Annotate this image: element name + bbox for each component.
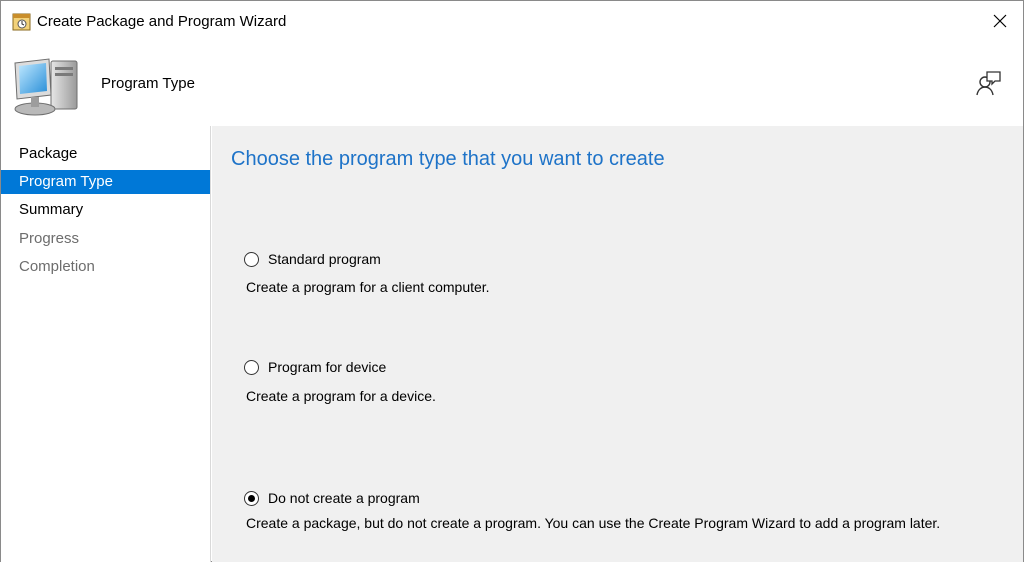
- wizard-window: Create Package and Program Wizard Progra…: [0, 0, 1024, 562]
- standard-program-description: Create a program for a client computer.: [246, 279, 490, 295]
- nav-item-program-type[interactable]: Program Type: [1, 170, 210, 194]
- nav-item-progress: Progress: [19, 230, 80, 247]
- nav-item-summary[interactable]: Summary: [1, 198, 210, 222]
- program-for-device-label[interactable]: Program for device: [268, 359, 386, 375]
- do-not-create-program-description: Create a package, but do not create a pr…: [246, 515, 941, 531]
- title-bar: Create Package and Program Wizard: [1, 1, 1023, 43]
- feedback-icon[interactable]: [974, 69, 1002, 97]
- do-not-create-program-label[interactable]: Do not create a program: [268, 490, 420, 506]
- close-button[interactable]: [977, 1, 1023, 41]
- program-for-device-description: Create a program for a device.: [246, 388, 436, 404]
- standard-program-radio[interactable]: [244, 252, 259, 267]
- page-title: Program Type: [101, 75, 195, 92]
- standard-program-label[interactable]: Standard program: [268, 251, 381, 267]
- nav-item-package[interactable]: Package: [1, 142, 210, 166]
- do-not-create-program-radio[interactable]: [244, 491, 259, 506]
- window-title: Create Package and Program Wizard: [37, 13, 287, 30]
- wizard-app-icon: [12, 13, 31, 31]
- wizard-content: Choose the program type that you want to…: [212, 126, 1023, 562]
- program-for-device-radio[interactable]: [244, 360, 259, 375]
- wizard-steps-nav: Package Program Type Summary Progress Co…: [1, 126, 211, 562]
- computer-icon: [14, 58, 78, 116]
- close-icon: [993, 14, 1007, 28]
- nav-item-completion: Completion: [19, 258, 95, 275]
- wizard-header: Program Type: [1, 43, 1023, 126]
- content-heading: Choose the program type that you want to…: [231, 148, 665, 170]
